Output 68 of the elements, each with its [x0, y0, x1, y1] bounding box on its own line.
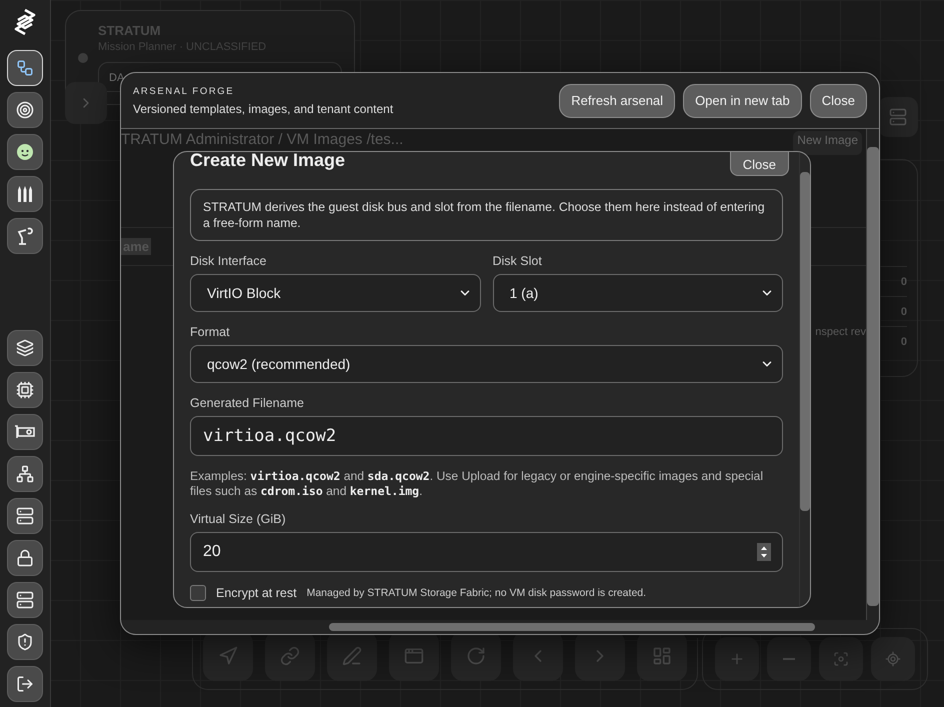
network-button[interactable]	[7, 456, 43, 492]
server-icon	[889, 108, 907, 126]
status-dot	[78, 53, 88, 63]
count-value: 0	[900, 276, 907, 288]
window-subtitle: Versioned templates, images, and tenant content	[133, 102, 394, 116]
field-label: Disk Slot	[492, 254, 543, 268]
checkbox-note: Managed by STRATUM Storage Fabric; no VM disk password is created.	[306, 587, 646, 599]
field-label: Virtual Size (GiB)	[190, 512, 287, 526]
row-text: nspect rev	[815, 326, 866, 338]
checkbox-label: Encrypt at rest	[216, 586, 297, 600]
graphics-card-button[interactable]	[7, 414, 43, 450]
filename-hint: Examples: virtioa.qcow2 and sda.qcow2. Use Upload for legacy or engine-specific images and special files such as cdrom.iso and kernel.img.	[190, 469, 764, 499]
smiley-button[interactable]	[7, 134, 43, 170]
breadcrumb: TRATUM Administrator / VM Images /tes...	[121, 131, 404, 150]
select-field[interactable]: qcow2 (recommended)	[190, 345, 783, 383]
select-field[interactable]: 1 (a)	[492, 274, 783, 312]
info-note: STRATUM derives the guest disk bus and slot from the filename. Choose them here instead of entering a free-form name.	[190, 189, 783, 241]
refresh-icon	[466, 646, 486, 666]
chip-icon	[16, 381, 34, 399]
ammo-button[interactable]	[7, 176, 43, 212]
smiley-icon	[15, 142, 35, 162]
count-value: 0	[900, 306, 907, 318]
spinner-icon	[757, 543, 771, 561]
count-value: 0	[900, 336, 907, 348]
dialog-title: Create New Image	[190, 152, 346, 171]
shield-alert-icon	[16, 633, 34, 651]
logo-icon	[13, 8, 37, 36]
number-field[interactable]: 20	[190, 532, 783, 572]
field-label: Disk Interface	[190, 254, 268, 268]
zoom-in-icon	[729, 651, 745, 667]
server-icon	[16, 591, 34, 609]
target-button[interactable]	[7, 92, 43, 128]
header-button[interactable]: Close	[810, 84, 867, 118]
zoom-button[interactable]	[871, 637, 915, 681]
hierarchy-button[interactable]	[7, 50, 43, 86]
server-button[interactable]	[7, 582, 43, 618]
header-button[interactable]: Open in new tab	[683, 84, 802, 118]
bullets-icon	[16, 184, 34, 204]
graphics-card-icon	[14, 424, 36, 440]
locate-icon	[885, 651, 901, 667]
server-icon	[16, 507, 34, 525]
field-label: Generated Filename	[190, 396, 305, 410]
shield-button[interactable]	[7, 624, 43, 660]
server-button[interactable]	[7, 498, 43, 534]
navigation-icon	[218, 646, 238, 666]
filename-field[interactable]: virtioa.qcow2	[190, 416, 783, 456]
focus-icon	[833, 651, 849, 667]
window-eyebrow: ARSENAL FORGE	[133, 86, 236, 96]
link-icon	[280, 646, 300, 666]
logout-button[interactable]	[7, 666, 43, 702]
lock-icon	[16, 549, 34, 567]
chip-button[interactable]	[7, 372, 43, 408]
network-icon	[16, 465, 34, 483]
window-icon	[404, 646, 424, 666]
layers-button[interactable]	[7, 330, 43, 366]
dialog-scrollbar[interactable]	[799, 152, 810, 607]
dashboard-icon	[652, 646, 672, 666]
edit-icon	[342, 646, 362, 666]
field-label: Format	[190, 325, 231, 339]
layers-icon	[16, 339, 34, 357]
lock-button[interactable]	[7, 540, 43, 576]
target-icon	[16, 101, 34, 119]
select-field[interactable]: VirtIO Block	[190, 274, 480, 312]
header-button[interactable]: Refresh arsenal	[559, 84, 676, 118]
close-button[interactable]: Close	[730, 152, 789, 176]
checkbox[interactable]	[190, 585, 206, 601]
hierarchy-icon	[16, 59, 34, 77]
logout-icon	[16, 675, 34, 693]
